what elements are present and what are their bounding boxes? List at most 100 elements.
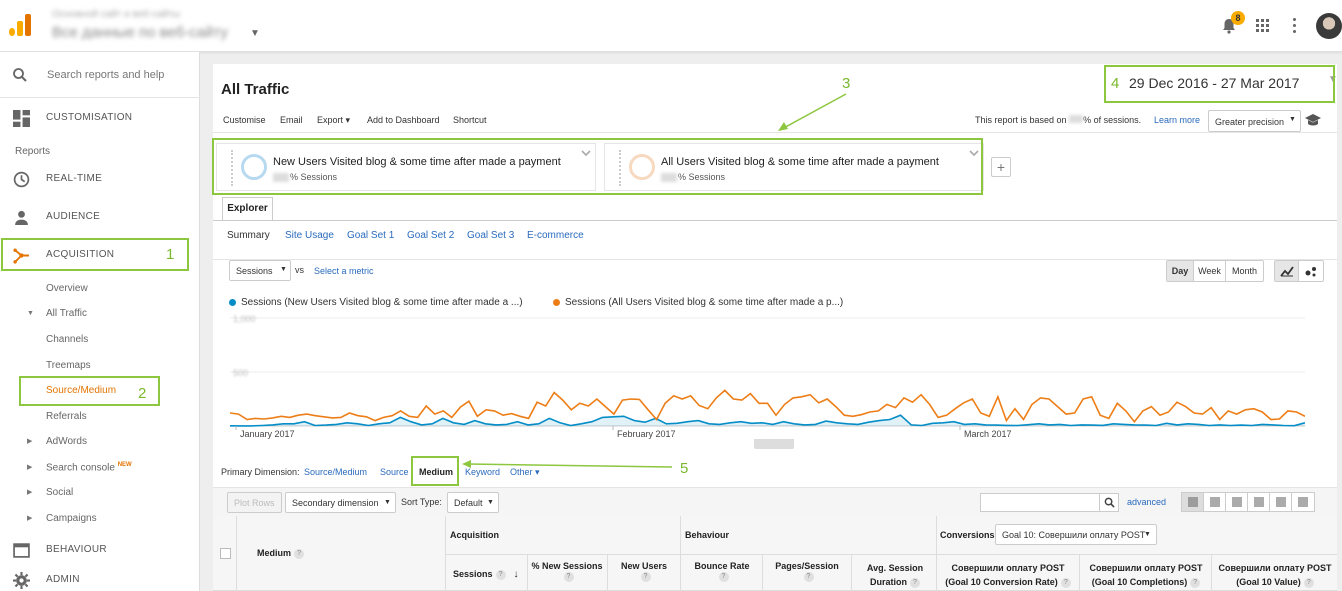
column-medium[interactable]: Medium?: [257, 548, 305, 559]
analytics-logo[interactable]: [9, 14, 31, 36]
secondary-dimension-label: Secondary dimension: [292, 498, 379, 508]
top-bar: Основной сайт и веб-сайты Все данные по …: [0, 0, 1342, 52]
subtab-goal-set-1[interactable]: Goal Set 1: [347, 230, 394, 241]
dimension-source-medium[interactable]: Source/Medium: [304, 467, 367, 477]
legend-dot: [229, 298, 236, 306]
pie-view-icon[interactable]: [1204, 493, 1226, 511]
sort-type-value: Default: [454, 498, 483, 508]
sidebar-sub-channels[interactable]: Channels: [46, 334, 88, 345]
help-icon[interactable]: ?: [803, 571, 814, 582]
column-goal10-value[interactable]: Совершили оплату POST (Goal 10 Value)?: [1215, 561, 1335, 589]
column-label: Bounce Rate: [694, 561, 750, 571]
graduation-cap-icon[interactable]: [1304, 112, 1322, 128]
email-button[interactable]: Email: [280, 115, 303, 125]
metric-select[interactable]: Sessions ▼: [229, 260, 291, 281]
legend-new-users[interactable]: Sessions (New Users Visited blog & some …: [229, 297, 523, 308]
sidebar: Search reports and help CUSTOMISATION Re…: [0, 52, 200, 591]
precision-select[interactable]: Greater precision ▼: [1208, 110, 1301, 132]
dimension-source[interactable]: Source: [380, 467, 409, 477]
help-icon[interactable]: ?: [718, 571, 729, 582]
learn-more-link[interactable]: Learn more: [1154, 115, 1200, 125]
column-sessions[interactable]: Sessions? ↓: [453, 569, 519, 580]
sidebar-item-audience[interactable]: AUDIENCE: [0, 198, 200, 236]
table-search-button[interactable]: [1099, 493, 1119, 512]
sidebar-sub-all-traffic[interactable]: All Traffic: [46, 308, 87, 319]
subtab-goal-set-2[interactable]: Goal Set 2: [407, 230, 454, 241]
subtab-summary[interactable]: Summary: [227, 230, 270, 241]
table-search-input[interactable]: [980, 493, 1100, 512]
sidebar-sub-social[interactable]: Social: [46, 487, 73, 498]
granularity-week[interactable]: Week: [1194, 261, 1226, 281]
sidebar-sub-treemaps[interactable]: Treemaps: [46, 360, 91, 371]
help-icon[interactable]: ?: [910, 577, 920, 588]
term-cloud-view-icon[interactable]: [1270, 493, 1292, 511]
column-goal10-conversion-rate[interactable]: Совершили оплату POST (Goal 10 Conversio…: [939, 561, 1077, 589]
caret-down-icon: ▼: [250, 28, 260, 39]
sidebar-item-admin[interactable]: ADMIN: [0, 561, 200, 591]
chart-collapse-handle[interactable]: [754, 439, 794, 449]
search-icon: [1104, 497, 1115, 508]
column-new-sessions[interactable]: % New Sessions?: [529, 561, 605, 582]
column-new-users[interactable]: New Users?: [609, 561, 679, 582]
legend-label: Sessions (New Users Visited blog & some …: [241, 297, 523, 308]
sort-type-select[interactable]: Default ▼: [447, 492, 499, 513]
help-icon[interactable]: ?: [1060, 577, 1071, 588]
group-behaviour: Behaviour: [685, 530, 730, 540]
export-button[interactable]: Export ▾: [317, 115, 350, 126]
subtab-goal-set-3[interactable]: Goal Set 3: [467, 230, 514, 241]
more-options-icon[interactable]: [1293, 18, 1297, 34]
line-chart-icon[interactable]: [1275, 261, 1299, 281]
column-pages-session[interactable]: Pages/Session?: [764, 561, 850, 582]
advanced-filter-link[interactable]: advanced: [1127, 497, 1166, 507]
add-segment-button[interactable]: +: [991, 157, 1011, 177]
sidebar-sub-overview[interactable]: Overview: [46, 283, 88, 294]
column-bounce-rate[interactable]: Bounce Rate?: [683, 561, 761, 582]
column-avg-session-duration[interactable]: Avg. Session Duration?: [858, 561, 932, 589]
pivot-view-icon[interactable]: [1292, 493, 1314, 511]
legend-all-users[interactable]: Sessions (All Users Visited blog & some …: [553, 297, 843, 308]
help-icon[interactable]: ?: [294, 548, 305, 559]
customise-button[interactable]: Customise: [223, 115, 266, 125]
tab-explorer[interactable]: Explorer: [222, 197, 273, 221]
data-table-view-icon[interactable]: [1182, 493, 1204, 511]
behaviour-icon: [13, 543, 30, 558]
help-icon[interactable]: ?: [1190, 577, 1201, 588]
shortcut-button[interactable]: Shortcut: [453, 115, 487, 125]
secondary-dimension-select[interactable]: Secondary dimension ▼: [285, 492, 396, 513]
caret-down-icon: ▼: [1144, 531, 1151, 538]
select-all-checkbox[interactable]: [220, 548, 231, 559]
sidebar-item-customisation[interactable]: CUSTOMISATION: [0, 99, 200, 137]
subtab-site-usage[interactable]: Site Usage: [285, 230, 334, 241]
sort-arrow-down-icon[interactable]: ↓: [514, 569, 519, 580]
comparison-view-icon[interactable]: [1248, 493, 1270, 511]
goal-select[interactable]: Goal 10: Совершили оплату POST ▼: [995, 524, 1157, 545]
sidebar-sub-search-console[interactable]: Search console NEW: [46, 462, 132, 473]
help-icon[interactable]: ?: [563, 571, 574, 582]
add-to-dashboard-button[interactable]: Add to Dashboard: [367, 115, 440, 125]
clock-icon: [13, 171, 30, 188]
plot-rows-button[interactable]: Plot Rows: [227, 492, 282, 513]
apps-grid-icon[interactable]: [1256, 19, 1270, 33]
sidebar-sub-adwords[interactable]: AdWords: [46, 436, 87, 447]
caret-down-icon: ▼: [487, 499, 494, 506]
account-selector[interactable]: Основной сайт и веб-сайты Все данные по …: [52, 9, 260, 41]
granularity-day[interactable]: Day: [1167, 261, 1194, 281]
sessions-chart[interactable]: 1,000 500 January 2017 February 2017 March 2…: [230, 314, 1305, 440]
user-avatar[interactable]: [1316, 13, 1342, 39]
sort-type-label: Sort Type:: [401, 497, 442, 507]
help-icon[interactable]: ?: [1303, 577, 1314, 588]
select-metric-link[interactable]: Select a metric: [314, 266, 374, 276]
column-divider: [1079, 554, 1080, 591]
sidebar-item-realtime[interactable]: REAL-TIME: [0, 160, 200, 198]
sidebar-search[interactable]: Search reports and help: [0, 52, 200, 98]
subtab-ecommerce[interactable]: E-commerce: [527, 230, 584, 241]
column-goal10-completions[interactable]: Совершили оплату POST (Goal 10 Completio…: [1083, 561, 1209, 589]
motion-chart-icon[interactable]: [1299, 261, 1323, 281]
help-icon[interactable]: ?: [495, 569, 506, 580]
sidebar-sub-campaigns[interactable]: Campaigns: [46, 513, 97, 524]
performance-view-icon[interactable]: [1226, 493, 1248, 511]
granularity-month[interactable]: Month: [1226, 261, 1263, 281]
y-tick-label: 500: [233, 368, 248, 378]
sidebar-sub-referrals[interactable]: Referrals: [46, 411, 87, 422]
help-icon[interactable]: ?: [640, 571, 651, 582]
